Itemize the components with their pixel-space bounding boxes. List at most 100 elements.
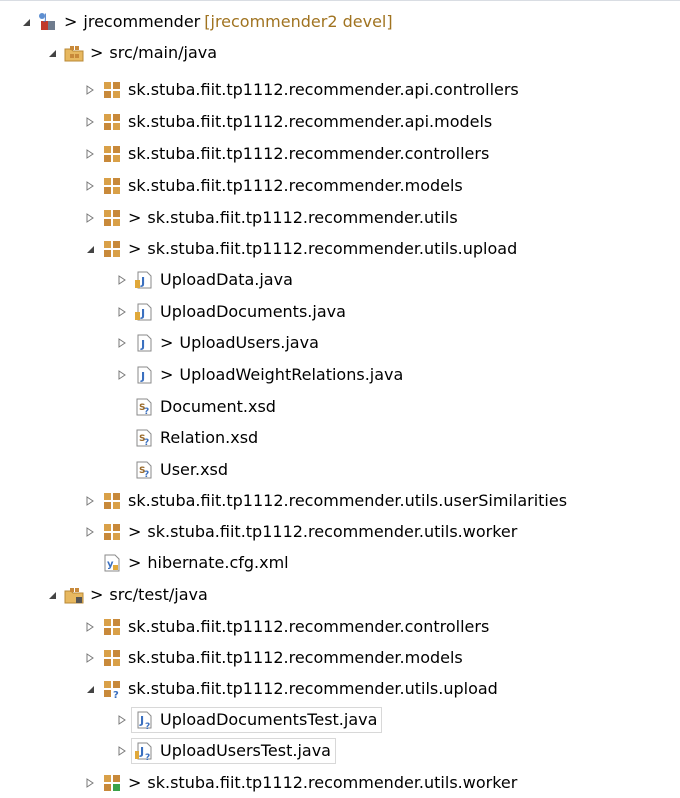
tree-row-package[interactable]: > sk.stuba.fiit.tp1112.recommender.utils… [0,516,680,547]
tree-row-package[interactable]: ? sk.stuba.fiit.tp1112.recommender.utils… [0,673,680,704]
tree-row-package[interactable]: sk.stuba.fiit.tp1112.recommender.control… [0,138,680,169]
dirty-marker: > [128,239,142,258]
package-icon [102,176,122,196]
package-label: sk.stuba.fiit.tp1112.recommender.models [128,176,463,195]
tree-row-package[interactable]: sk.stuba.fiit.tp1112.recommender.utils.u… [0,485,680,516]
source-folder-icon [64,585,84,605]
triangle-right-icon[interactable] [116,274,128,286]
svg-text:?: ? [144,438,149,448]
tree-row-java-file[interactable]: J? UploadDocumentsTest.java [0,704,680,735]
triangle-right-icon[interactable] [84,526,96,538]
triangle-right-icon[interactable] [84,212,96,224]
triangle-right-icon[interactable] [84,621,96,633]
tree-row-project[interactable]: J > jrecommender [jrecommender2 devel] [0,6,680,37]
triangle-right-icon[interactable] [84,777,96,789]
dirty-marker: > [128,773,142,792]
dirty-marker: > [90,585,104,604]
tree-row-package[interactable]: sk.stuba.fiit.tp1112.recommender.models [0,642,680,673]
triangle-right-icon[interactable] [116,714,128,726]
xsd-file-icon: S? [134,428,154,448]
source-folder-icon [64,43,84,63]
tree-row-java-file[interactable]: J > UploadWeightRelations.java [0,359,680,390]
java-file-icon: J [134,333,154,353]
highlighted-item[interactable]: J? UploadUsersTest.java [131,737,336,764]
tree-row-java-file[interactable]: J UploadDocuments.java [0,296,680,327]
file-label: Relation.xsd [160,428,259,447]
tree-row-java-file[interactable]: J > UploadUsers.java [0,327,680,358]
dirty-marker: > [160,365,174,384]
java-file-icon: J [134,365,154,385]
triangle-right-icon[interactable] [116,306,128,318]
dirty-marker: > [160,333,174,352]
java-project-icon: J [38,12,58,32]
triangle-right-icon[interactable] [84,495,96,507]
package-icon [102,112,122,132]
tree-row-package[interactable]: sk.stuba.fiit.tp1112.recommender.control… [0,611,680,642]
file-label: UploadUsers.java [179,333,319,352]
xsd-file-icon: S? [134,460,154,480]
tree-row-java-file[interactable]: J UploadData.java [0,264,680,295]
tree-row-package[interactable]: sk.stuba.fiit.tp1112.recommender.models [0,170,680,201]
tree-row-package[interactable]: > sk.stuba.fiit.tp1112.recommender.utils… [0,233,680,264]
file-label: UploadUsersTest.java [160,741,331,760]
file-label: UploadData.java [160,270,293,289]
triangle-right-icon[interactable] [84,652,96,664]
tree-row-package[interactable]: > sk.stuba.fiit.tp1112.recommender.utils… [0,767,680,798]
package-label: sk.stuba.fiit.tp1112.recommender.utils.u… [128,679,498,698]
tree-row-java-file[interactable]: J? UploadUsersTest.java [0,735,680,766]
tree-row-package[interactable]: sk.stuba.fiit.tp1112.recommender.api.con… [0,74,680,105]
package-explorer-tree[interactable]: J > jrecommender [jrecommender2 devel] >… [0,0,680,794]
tree-row-package[interactable]: > sk.stuba.fiit.tp1112.recommender.utils [0,202,680,233]
xml-file-icon: y [102,553,122,573]
triangle-down-icon[interactable] [46,589,58,601]
file-label: UploadWeightRelations.java [179,365,404,384]
triangle-right-icon[interactable] [84,84,96,96]
java-file-icon: J [134,270,154,290]
package-label: sk.stuba.fiit.tp1112.recommender.control… [128,617,490,636]
tree-row-xml-file[interactable]: y > hibernate.cfg.xml [0,547,680,578]
svg-text:J: J [139,745,144,758]
package-label: sk.stuba.fiit.tp1112.recommender.models [128,648,463,667]
java-file-icon: J? [134,741,154,761]
package-icon [102,144,122,164]
tree-row-xsd-file[interactable]: S? Relation.xsd [0,422,680,453]
triangle-down-icon[interactable] [84,683,96,695]
triangle-right-icon[interactable] [116,369,128,381]
svg-text:J: J [140,307,145,320]
package-icon: ? [102,679,122,699]
project-decoration: [jrecommender2 devel] [204,12,393,31]
svg-text:?: ? [144,470,149,480]
file-label: hibernate.cfg.xml [147,553,289,572]
package-label: sk.stuba.fiit.tp1112.recommender.utils.u… [128,491,568,510]
tree-row-src-main[interactable]: > src/main/java [0,37,680,68]
package-icon [102,648,122,668]
package-label: sk.stuba.fiit.tp1112.recommender.utils.u… [147,239,518,258]
svg-text:J: J [140,338,145,351]
file-label: UploadDocumentsTest.java [160,710,378,729]
triangle-right-icon[interactable] [116,745,128,757]
svg-text:J: J [140,370,145,383]
package-icon [102,617,122,637]
svg-text:?: ? [144,407,149,417]
xsd-file-icon: S? [134,397,154,417]
tree-row-xsd-file[interactable]: S? User.xsd [0,454,680,485]
package-icon [102,208,122,228]
tree-row-package[interactable]: sk.stuba.fiit.tp1112.recommender.api.mod… [0,106,680,137]
dirty-marker: > [90,43,104,62]
svg-text:J: J [139,714,144,727]
tree-row-xsd-file[interactable]: S? Document.xsd [0,391,680,422]
triangle-down-icon[interactable] [46,47,58,59]
triangle-right-icon[interactable] [84,148,96,160]
triangle-right-icon[interactable] [116,337,128,349]
package-label: sk.stuba.fiit.tp1112.recommender.control… [128,144,490,163]
triangle-down-icon[interactable] [20,16,32,28]
selected-item[interactable]: J? UploadDocumentsTest.java [131,706,383,733]
package-label: sk.stuba.fiit.tp1112.recommender.utils.w… [147,773,518,792]
tree-row-src-test[interactable]: > src/test/java [0,579,680,610]
svg-text:?: ? [145,753,150,761]
svg-text:y: y [107,559,114,570]
package-icon [102,773,122,793]
triangle-down-icon[interactable] [84,243,96,255]
triangle-right-icon[interactable] [84,116,96,128]
triangle-right-icon[interactable] [84,180,96,192]
